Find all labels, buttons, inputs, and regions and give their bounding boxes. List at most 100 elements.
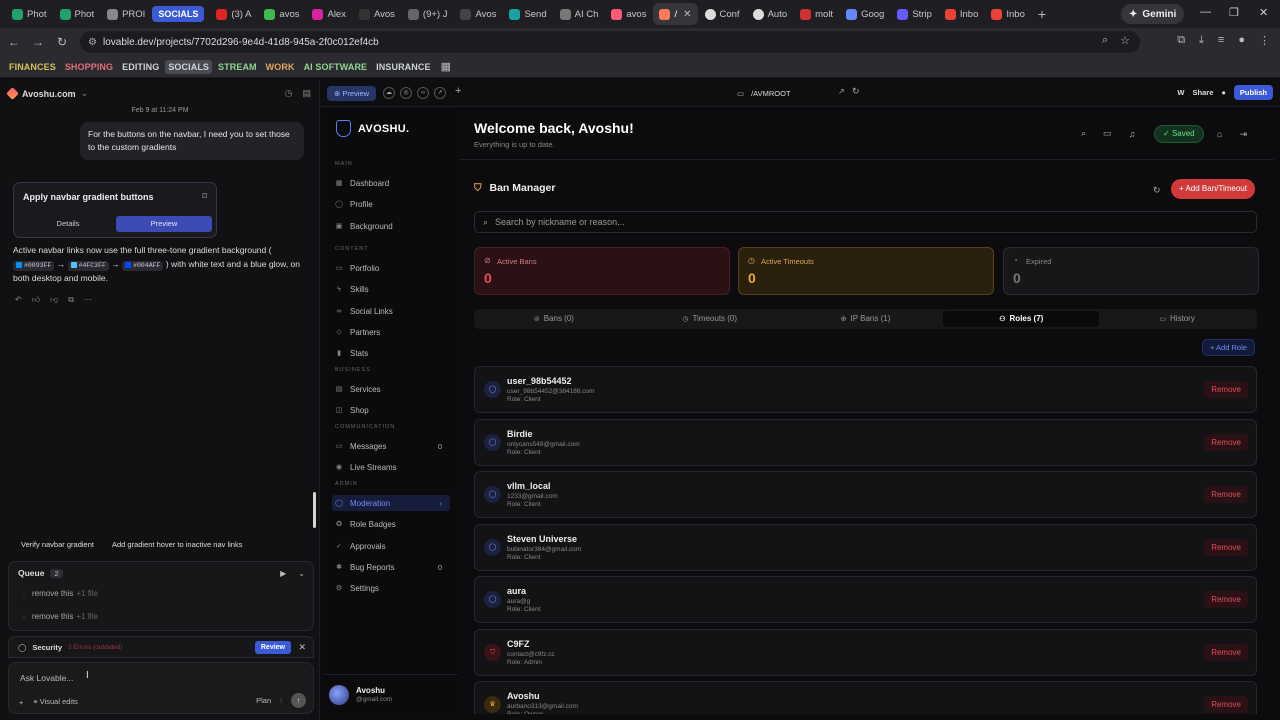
bookmark-icon[interactable]: ⌑ — [202, 191, 207, 202]
close-icon[interactable]: ✕ — [298, 642, 306, 653]
close-window-icon[interactable]: ✕ — [1259, 6, 1268, 19]
sidebar-toggle-icon[interactable]: ▤ — [302, 88, 311, 99]
refresh-icon[interactable]: ↻ — [852, 86, 860, 97]
sidebar-item-bug-reports[interactable]: ✱ Bug Reports 0 — [332, 559, 450, 575]
undo-icon[interactable]: ↶ — [15, 295, 22, 305]
sidebar-item-partners[interactable]: ◇ Partners — [332, 324, 450, 340]
send-button[interactable]: ↑ — [291, 693, 306, 708]
thumbs-down-icon[interactable]: 👎︎ — [50, 295, 58, 305]
copy-icon[interactable]: ⧉ — [68, 295, 74, 305]
sidebar-item-moderation[interactable]: ◯ Moderation › — [332, 495, 450, 511]
add-ban-button[interactable]: + Add Ban/Timeout — [1171, 179, 1255, 199]
browser-tab[interactable]: Auto — [747, 3, 794, 25]
maximize-icon[interactable]: ❐ — [1229, 6, 1239, 19]
logout-icon[interactable]: ⇥ — [1239, 129, 1247, 140]
download-icon[interactable]: ⤓ — [1199, 34, 1204, 47]
bookmark-socials[interactable]: SOCIALS — [165, 59, 213, 74]
project-switcher[interactable]: Avoshu.com ⌄ — [6, 87, 88, 100]
github-icon[interactable]: ● — [1221, 88, 1226, 97]
details-button[interactable]: Details — [20, 216, 116, 232]
tab-bans[interactable]: ⊘ Bans (0) — [476, 311, 632, 327]
tab-ip-bans[interactable]: ⊕ IP Bans (1) — [788, 311, 944, 327]
apps-grid-icon[interactable]: ▦ — [441, 60, 451, 73]
sidebar-item-messages[interactable]: ▭ Messages 0 — [332, 438, 450, 454]
add-view-icon[interactable]: + — [455, 85, 461, 97]
remove-button[interactable]: Remove — [1204, 434, 1248, 451]
add-role-button[interactable]: + Add Role — [1202, 339, 1255, 356]
cloud-icon[interactable]: ☁ — [383, 87, 395, 99]
forward-icon[interactable]: → — [26, 35, 50, 49]
browser-tab-active[interactable]: / ✕ — [653, 3, 698, 25]
sidebar-item-background[interactable]: ▣ Background — [332, 218, 450, 234]
more-icon[interactable]: ⋯ — [84, 295, 92, 305]
browser-tab[interactable]: Phot — [54, 3, 101, 25]
history-icon[interactable]: ◷ — [285, 88, 293, 99]
browser-tab[interactable]: Strip — [891, 3, 938, 25]
tab-group-label[interactable]: SOCIALS — [152, 6, 205, 22]
visual-edits-button[interactable]: ⌖ Visual edits — [33, 697, 78, 707]
open-external-icon[interactable]: ↗ — [838, 87, 845, 96]
browser-tab[interactable]: avos — [605, 3, 652, 25]
sidebar-item-dashboard[interactable]: ▦ Dashboard — [332, 175, 450, 191]
menu-icon[interactable]: ⋮ — [1259, 34, 1270, 47]
code-icon[interactable]: ‹› — [417, 87, 429, 99]
sidebar-item-social-links[interactable]: ∞ Social Links — [332, 303, 450, 319]
search-input[interactable] — [495, 217, 1236, 227]
browser-tab[interactable]: avos — [258, 3, 305, 25]
bookmark-finances[interactable]: FINANCES — [6, 60, 59, 74]
browser-tab[interactable]: (9+) J — [402, 3, 454, 25]
share-button[interactable]: Share — [1193, 88, 1214, 97]
user-profile[interactable]: Avoshu @gmail.com — [324, 674, 458, 714]
analytics-icon[interactable]: ↗ — [434, 87, 446, 99]
back-icon[interactable]: ← — [2, 35, 26, 49]
suggestion-chip[interactable]: Verify navbar gradient — [16, 538, 99, 551]
browser-tab[interactable]: Avos — [353, 3, 401, 25]
url-field[interactable]: ⚙ lovable.dev/projects/7702d296-9e4d-41d… — [80, 31, 1140, 53]
chat-scrollbar[interactable] — [313, 492, 316, 528]
browser-tab[interactable]: Phot — [6, 3, 53, 25]
bookmark-work[interactable]: WORK — [263, 60, 298, 74]
browser-tab[interactable]: Conf — [699, 3, 746, 25]
browser-tab[interactable]: Inbo — [985, 3, 1031, 25]
drag-handle-icon[interactable]: ⋮ — [20, 612, 28, 621]
media-icon[interactable]: ≡ — [1218, 34, 1224, 47]
queue-item[interactable]: ⋮ remove this +1 file — [20, 612, 98, 621]
star-icon[interactable]: ☆ — [1120, 34, 1130, 47]
thumbs-up-icon[interactable]: 👍︎ — [32, 295, 40, 305]
close-tab-icon[interactable]: ✕ — [683, 9, 691, 20]
bookmark-stream[interactable]: STREAM — [215, 60, 260, 74]
browser-tab[interactable]: Alex — [306, 3, 351, 25]
publish-button[interactable]: Publish — [1233, 85, 1273, 100]
add-attachment-icon[interactable]: + — [19, 698, 23, 707]
browser-tab[interactable]: Avos — [454, 3, 502, 25]
bookmark-ai-software[interactable]: AI SOFTWARE — [301, 60, 371, 74]
sidebar-item-approvals[interactable]: ✓ Approvals — [332, 538, 450, 554]
browser-tab[interactable]: molt — [794, 3, 839, 25]
site-info-icon[interactable]: ⚙ — [88, 37, 97, 48]
tab-timeouts[interactable]: ◷ Timeouts (0) — [632, 311, 788, 327]
bookmark-editing[interactable]: EDITING — [119, 60, 162, 74]
design-icon[interactable]: ◎ — [400, 87, 412, 99]
search-field[interactable]: ⌕ — [474, 211, 1257, 233]
browser-tab[interactable]: Goog — [840, 3, 890, 25]
play-icon[interactable]: ▶ — [280, 569, 286, 578]
sidebar-item-services[interactable]: ▤ Services — [332, 381, 450, 397]
remove-button[interactable]: Remove — [1204, 696, 1248, 713]
refresh-icon[interactable]: ↻ — [1153, 185, 1161, 196]
review-button[interactable]: Review — [254, 641, 291, 654]
browser-tab[interactable]: Send — [503, 3, 552, 25]
sidebar-item-profile[interactable]: ◯ Profile — [332, 196, 450, 212]
browser-tab[interactable]: Inbo — [939, 3, 985, 25]
search-icon[interactable]: ⌕ — [1081, 128, 1086, 139]
zoom-icon[interactable]: ⌕ — [1102, 34, 1108, 47]
sidebar-item-portfolio[interactable]: ▭ Portfolio — [332, 260, 450, 276]
sidebar-item-skills[interactable]: ϟ Skills — [332, 281, 450, 297]
sidebar-item-stats[interactable]: ▮ Stats — [332, 345, 450, 361]
remove-button[interactable]: Remove — [1204, 381, 1248, 398]
voice-icon[interactable]: ⫶ — [280, 696, 282, 706]
new-tab-icon[interactable]: + — [1038, 6, 1046, 22]
extensions-icon[interactable]: ⧉ — [1177, 34, 1185, 47]
drag-handle-icon[interactable]: ⋮ — [20, 589, 28, 598]
bell-icon[interactable]: ♫ — [1129, 129, 1136, 139]
minimize-icon[interactable]: — — [1200, 6, 1211, 18]
